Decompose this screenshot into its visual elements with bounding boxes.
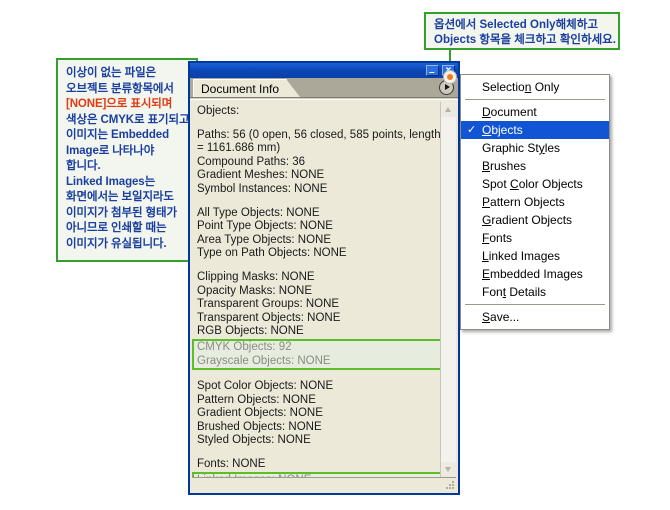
info-line: Pattern Objects: NONE (197, 393, 316, 406)
annotation-callout-top: 옵션에서 Selected Only해체하고 Objects 항목을 체크하고 … (424, 12, 620, 50)
palette-titlebar[interactable]: – × (190, 63, 458, 78)
menu-item-label: Pattern Objects (482, 195, 565, 209)
menu-item-graphic-styles[interactable]: Graphic Styles (461, 139, 609, 157)
menu-item-font-details[interactable]: Font Details (461, 283, 609, 301)
tab-document-info[interactable]: Document Info (193, 79, 288, 97)
highlighted-info-group: CMYK Objects: 92 Grayscale Objects: NONE (192, 338, 441, 371)
panel-flyout-menu: Selection Only Document ✓ Objects Graphic St… (460, 74, 610, 330)
annotation-line: 이상이 없는 파일은 (66, 67, 157, 79)
info-line: = 1161.686 mm) (197, 142, 281, 155)
scroll-up-arrow-icon[interactable] (441, 102, 456, 117)
menu-item-fonts[interactable]: Fonts (461, 229, 609, 247)
palette-body: Objects: Paths: 56 (0 open, 56 closed, 58… (190, 99, 458, 493)
annotation-line: Objects 항목을 체크하고 확인하세요. (434, 34, 616, 46)
annotation-line: 이미지가 유실됩니다. (66, 237, 167, 250)
menu-item-label: Spot Color Objects (482, 177, 583, 191)
annotation-line: 아니므로 인쇄할 때는 (66, 222, 167, 234)
document-info-list: Objects: Paths: 56 (0 open, 56 closed, 58… (192, 102, 441, 477)
menu-item-label: Brushes (482, 159, 527, 173)
info-line: CMYK Objects: 92 (197, 340, 292, 353)
info-line: Fonts: NONE (197, 458, 266, 471)
info-line: Brushed Objects: NONE (197, 420, 322, 433)
menu-separator (465, 99, 605, 100)
tab-slant-decoration (286, 79, 300, 97)
menu-item-label: Document (482, 105, 537, 119)
minimize-icon: – (429, 67, 435, 78)
menu-item-spot-color-objects[interactable]: Spot Color Objects (461, 175, 609, 193)
palette-tabstrip: Document Info (190, 78, 458, 98)
info-line: Objects: (197, 105, 240, 117)
check-icon: ✓ (467, 124, 477, 136)
info-line: Symbol Instances: NONE (197, 182, 328, 195)
info-line: Grayscale Objects: NONE (197, 354, 331, 367)
annotation-line: Image로 나타나야 (66, 144, 155, 157)
annotation-line: 오브젝트 분류항목에서 (66, 82, 174, 95)
info-line: Gradient Meshes: NONE (197, 169, 325, 182)
menu-item-label: Save... (482, 310, 520, 324)
annotation-line: Linked Images는 (66, 175, 156, 188)
menu-item-label: Embedded Images (482, 267, 583, 281)
vertical-scrollbar[interactable] (440, 102, 456, 477)
annotation-line: 이미지가 첨부된 형태가 (66, 206, 177, 219)
info-line: Type on Path Objects: NONE (197, 247, 347, 260)
info-line: Clipping Masks: NONE (197, 270, 315, 283)
menu-item-embedded-images[interactable]: Embedded Images (461, 265, 609, 283)
info-line: All Type Objects: NONE (197, 206, 320, 219)
info-line: Point Type Objects: NONE (197, 220, 333, 233)
info-line: Styled Objects: NONE (197, 434, 311, 447)
info-line: Compound Paths: 36 (197, 155, 306, 168)
annotation-callout-left: 이상이 없는 파일은오브젝트 분류항목에서 [NONE]으로 표시되며색상은 CM… (56, 58, 198, 262)
annotation-line: [NONE]으로 표시되며 (66, 98, 173, 110)
menu-item-label: Graphic Styles (482, 141, 561, 155)
minimize-button[interactable]: – (426, 65, 439, 78)
info-line: Gradient Objects: NONE (197, 407, 323, 420)
annotation-line: 화면에서는 보일지라도 (66, 191, 174, 203)
menu-item-gradient-objects[interactable]: Gradient Objects (461, 211, 609, 229)
menu-item-label: Font Details (482, 285, 547, 299)
menu-item-label: Selection Only (482, 80, 560, 94)
info-line: RGB Objects: NONE (197, 325, 304, 338)
callout-marker-dot-icon (443, 70, 457, 84)
menu-item-linked-images[interactable]: Linked Images (461, 247, 609, 265)
menu-item-label: Objects (482, 123, 523, 137)
info-line: Spot Color Objects: NONE (197, 380, 334, 393)
menu-separator (465, 304, 605, 305)
info-line: Transparent Groups: NONE (197, 298, 340, 311)
info-line: Paths: 56 (0 open, 56 closed, 585 points… (197, 128, 441, 141)
menu-item-pattern-objects[interactable]: Pattern Objects (461, 193, 609, 211)
annotation-line: 색상은 CMYK로 표기되고 (66, 113, 190, 126)
resize-grip[interactable] (445, 480, 455, 490)
info-line: Transparent Objects: NONE (197, 311, 341, 324)
menu-item-label: Linked Images (482, 249, 561, 263)
menu-item-save[interactable]: Save... (461, 308, 609, 326)
info-line: Area Type Objects: NONE (197, 233, 332, 246)
document-info-palette: – × Document Info Objects: Paths: 56 (0 o… (188, 61, 460, 495)
annotation-line: 합니다. (66, 160, 101, 172)
menu-item-label: Gradient Objects (482, 213, 573, 227)
menu-item-document[interactable]: Document (461, 103, 609, 121)
menu-item-brushes[interactable]: Brushes (461, 157, 609, 175)
menu-item-selection-only[interactable]: Selection Only (461, 78, 609, 96)
menu-item-objects[interactable]: ✓ Objects (461, 121, 609, 139)
info-line: Opacity Masks: NONE (197, 284, 313, 297)
palette-statusbar (192, 477, 456, 491)
scroll-down-arrow-icon[interactable] (441, 462, 456, 477)
menu-item-label: Fonts (482, 231, 513, 245)
annotation-line: 옵션에서 Selected Only해체하고 (434, 19, 598, 31)
annotation-line: 이미지는 Embedded (66, 129, 170, 141)
